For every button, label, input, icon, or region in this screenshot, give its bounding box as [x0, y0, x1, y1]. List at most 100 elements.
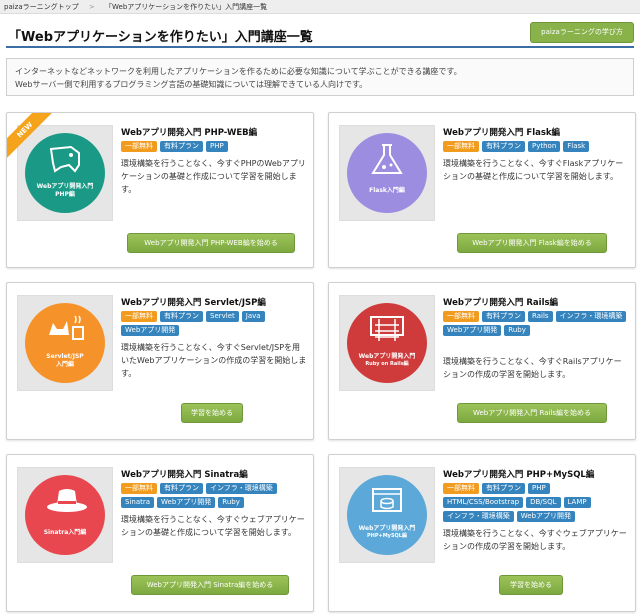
tag-web-app[interactable]: Webアプリ開発 — [443, 325, 502, 336]
tag-free[interactable]: 一部無料 — [443, 141, 479, 152]
logo-label-2: Ruby on Rails編 — [365, 361, 409, 367]
course-logo: Flask入門編 — [347, 133, 427, 213]
rails-track-icon — [370, 316, 404, 341]
course-thumbnail[interactable]: Sinatra入門編 — [17, 467, 113, 563]
course-card-sinatra: Sinatra入門編 Webアプリ開発入門 Sinatra編 一部無料 有料プラ… — [6, 454, 314, 612]
cat-coffee-icon — [49, 315, 84, 340]
logo-label-1: Webアプリ開発入門 — [358, 525, 416, 532]
start-course-button[interactable]: 学習を始める — [181, 403, 243, 423]
tag-flask[interactable]: Flask — [563, 141, 590, 152]
course-card-rails: Webアプリ開発入門 Ruby on Rails編 Webアプリ開発入門 Rai… — [328, 282, 636, 440]
tag-web-app[interactable]: Webアプリ開発 — [121, 325, 180, 336]
breadcrumb: paizaラーニングトップ > 「Webアプリケーションを作りたい」入門講座一覧 — [0, 0, 640, 14]
logo-label-2: PHP編 — [55, 191, 75, 198]
tag-db-sql[interactable]: DB/SQL — [526, 497, 561, 508]
tag-php[interactable]: PHP — [528, 483, 550, 494]
start-course-button[interactable]: 学習を始める — [499, 575, 563, 595]
course-description: 環境構築を行うことなく、今すぐPHPのWebアプリケーションの基礎と作成について… — [121, 159, 306, 194]
logo-label-2: 入門編 — [55, 361, 74, 368]
tag-python[interactable]: Python — [528, 141, 561, 152]
course-title[interactable]: Webアプリ開発入門 PHP+MySQL編 — [443, 468, 594, 480]
tag-paid-plan[interactable]: 有料プラン — [160, 311, 203, 322]
course-card-php-web: Webアプリ開発入門 PHP編 NEW Webアプリ開発入門 PHP-WEB編 … — [6, 112, 314, 268]
course-logo: Webアプリ開発入門 PHP編 — [25, 133, 105, 213]
intro-box: インターネットなどネットワークを利用したアプリケーションを作るために必要な知識に… — [6, 58, 634, 96]
course-description: 環境構築を行うことなく、今すぐFlaskアプリケーションの基礎と作成について学習… — [443, 159, 624, 181]
tag-paid-plan[interactable]: 有料プラン — [160, 141, 203, 152]
intro-line-1: インターネットなどネットワークを利用したアプリケーションを作るために必要な知識に… — [15, 67, 462, 76]
logo-label-1: Webアプリ開発入門 — [358, 353, 416, 360]
start-course-button[interactable]: Webアプリ開発入門 Flask編を始める — [457, 233, 607, 253]
course-thumbnail[interactable]: Webアプリ開発入門 PHP+MySQL編 — [339, 467, 435, 563]
page-title: 「Webアプリケーションを作りたい」入門講座一覧 — [8, 30, 313, 45]
breadcrumb-separator: > — [88, 3, 95, 11]
tag-paid-plan[interactable]: 有料プラン — [482, 311, 525, 322]
course-thumbnail[interactable]: Flask入門編 — [339, 125, 435, 221]
tag-servlet[interactable]: Servlet — [206, 311, 239, 322]
course-description: 環境構築を行うことなく、今すぐServlet/JSPを用いたWebアプリケーショ… — [121, 343, 307, 378]
title-divider — [6, 46, 634, 48]
course-description: 環境構築を行うことなく、今すぐウェブアプリケーションの作成の学習を開始します。 — [443, 529, 627, 551]
start-course-button[interactable]: Webアプリ開発入門 Sinatra編を始める — [131, 575, 289, 595]
breadcrumb-home-link[interactable]: paizaラーニングトップ — [4, 3, 79, 11]
course-card-php-mysql: Webアプリ開発入門 PHP+MySQL編 Webアプリ開発入門 PHP+MyS… — [328, 454, 636, 612]
start-course-button[interactable]: Webアプリ開発入門 Rails編を始める — [457, 403, 607, 423]
tag-list: 一部無料 有料プラン PHP HTML/CSS/Bootstrap DB/SQL… — [443, 483, 631, 522]
intro-line-2: Webサーバー側で利用するプログラミング言語の基礎知識については理解できている人… — [15, 80, 368, 89]
logo-label-1: Webアプリ開発入門 — [36, 183, 94, 190]
tag-list: 一部無料 有料プラン PHP — [121, 141, 309, 152]
course-thumbnail[interactable]: Servlet/JSP 入門編 — [17, 295, 113, 391]
course-logo: Webアプリ開発入門 PHP+MySQL編 — [347, 475, 427, 555]
logo-label-1: Flask入門編 — [369, 187, 405, 194]
course-thumbnail[interactable]: Webアプリ開発入門 Ruby on Rails編 — [339, 295, 435, 391]
logo-label-1: Servlet/JSP — [46, 353, 84, 360]
tag-free[interactable]: 一部無料 — [121, 141, 157, 152]
course-card-servlet-jsp: Servlet/JSP 入門編 Webアプリ開発入門 Servlet/JSP編 … — [6, 282, 314, 440]
tag-infra[interactable]: インフラ・環境構築 — [206, 483, 277, 494]
breadcrumb-current: 「Webアプリケーションを作りたい」入門講座一覧 — [105, 3, 268, 11]
tag-list: 一部無料 有料プラン Rails インフラ・環境構築 Webアプリ開発 Ruby — [443, 311, 631, 336]
tag-infra[interactable]: インフラ・環境構築 — [443, 511, 514, 522]
course-card-flask: Flask入門編 Webアプリ開発入門 Flask編 一部無料 有料プラン Py… — [328, 112, 636, 268]
tag-paid-plan[interactable]: 有料プラン — [482, 483, 525, 494]
tag-list: 一部無料 有料プラン インフラ・環境構築 Sinatra Webアプリ開発 Ru… — [121, 483, 309, 508]
course-title[interactable]: Webアプリ開発入門 PHP-WEB編 — [121, 126, 257, 138]
tag-rails[interactable]: Rails — [528, 311, 553, 322]
tag-web-app[interactable]: Webアプリ開発 — [157, 497, 216, 508]
tag-infra[interactable]: インフラ・環境構築 — [555, 311, 627, 322]
tag-free[interactable]: 一部無料 — [121, 311, 157, 322]
course-title[interactable]: Webアプリ開発入門 Servlet/JSP編 — [121, 296, 266, 308]
start-course-button[interactable]: Webアプリ開発入門 PHP-WEB編を始める — [127, 233, 295, 253]
tag-html-css-bootstrap[interactable]: HTML/CSS/Bootstrap — [443, 497, 524, 508]
course-title[interactable]: Webアプリ開発入門 Flask編 — [443, 126, 560, 138]
course-thumbnail[interactable]: Webアプリ開発入門 PHP編 — [17, 125, 113, 221]
tag-ruby[interactable]: Ruby — [504, 325, 530, 336]
tag-web-app[interactable]: Webアプリ開発 — [516, 511, 576, 522]
tag-free[interactable]: 一部無料 — [121, 483, 157, 494]
course-title[interactable]: Webアプリ開発入門 Sinatra編 — [121, 468, 248, 480]
tag-list: 一部無料 有料プラン Servlet Java Webアプリ開発 — [121, 311, 309, 336]
tag-list: 一部無料 有料プラン Python Flask — [443, 141, 631, 152]
hat-icon — [47, 489, 87, 512]
course-logo: Servlet/JSP 入門編 — [25, 303, 105, 383]
tag-java[interactable]: Java — [241, 311, 265, 322]
course-logo: Sinatra入門編 — [25, 475, 105, 555]
tag-free[interactable]: 一部無料 — [443, 311, 479, 322]
flask-icon — [371, 144, 403, 174]
tag-free[interactable]: 一部無料 — [443, 483, 479, 494]
tag-paid-plan[interactable]: 有料プラン — [160, 483, 203, 494]
course-logo: Webアプリ開発入門 Ruby on Rails編 — [347, 303, 427, 383]
course-description: 環境構築を行うことなく、今すぐウェブアプリケーションの基礎と作成について学習を開… — [121, 515, 305, 537]
tag-paid-plan[interactable]: 有料プラン — [482, 141, 525, 152]
tag-php[interactable]: PHP — [206, 141, 228, 152]
tag-ruby[interactable]: Ruby — [218, 497, 244, 508]
tag-sinatra[interactable]: Sinatra — [121, 497, 155, 508]
php-elephant-icon — [49, 145, 80, 173]
course-title[interactable]: Webアプリ開発入門 Rails編 — [443, 296, 558, 308]
tag-lamp[interactable]: LAMP — [563, 497, 591, 508]
database-window-icon — [372, 488, 402, 512]
howto-button[interactable]: paizaラーニングの学び方 — [530, 22, 634, 43]
logo-label-1: Sinatra入門編 — [43, 529, 87, 536]
logo-label-2: PHP+MySQL編 — [367, 533, 407, 539]
course-description: 環境構築を行うことなく、今すぐRailsアプリケーションの作成の学習を開始します… — [443, 357, 622, 379]
